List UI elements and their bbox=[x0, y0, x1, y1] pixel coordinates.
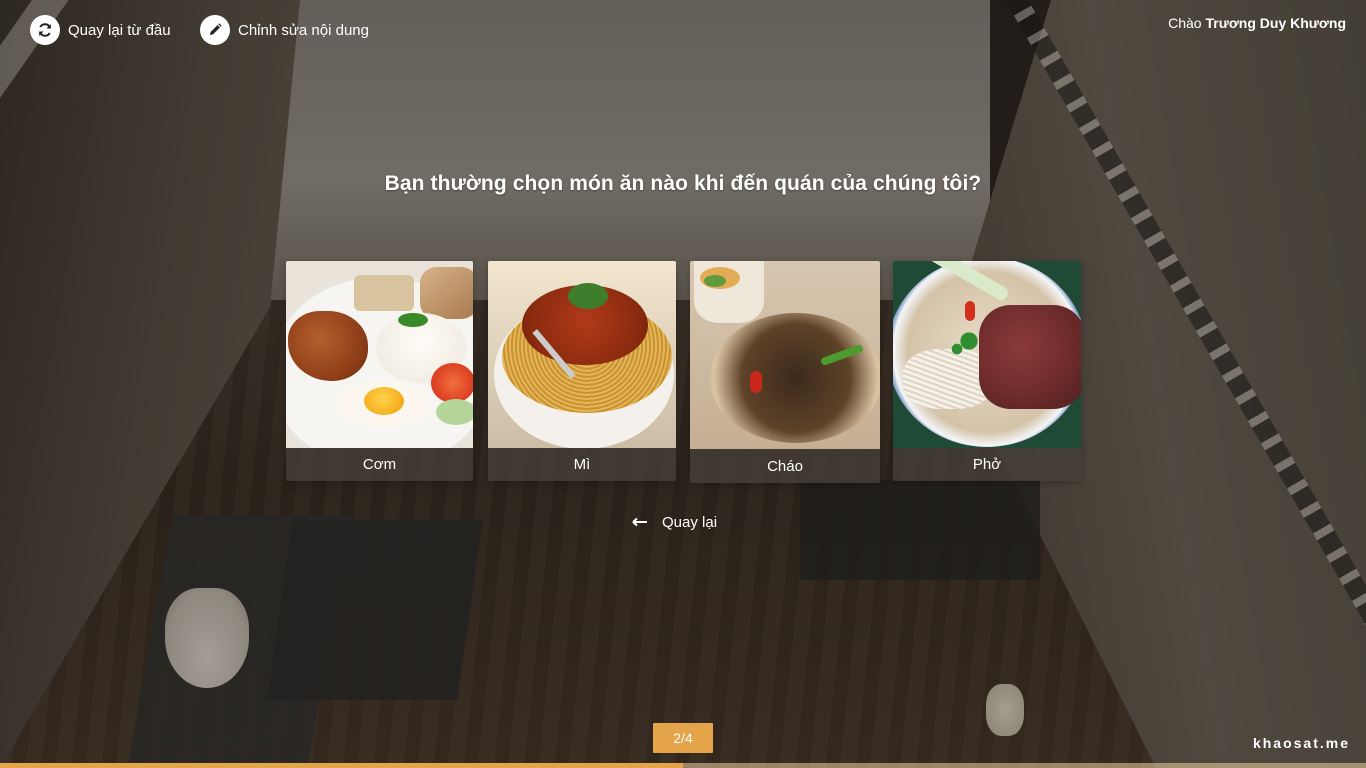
chao-dish-image bbox=[690, 261, 880, 449]
option-mi[interactable]: Mì bbox=[488, 261, 676, 481]
pencil-icon bbox=[200, 15, 230, 45]
progress-bar bbox=[0, 763, 1366, 768]
progress-bar-fill bbox=[0, 763, 683, 768]
brand-logo: khaosat.me bbox=[1252, 735, 1350, 751]
option-com[interactable]: Cơm bbox=[286, 261, 473, 481]
question-title: Bạn thường chọn món ăn nào khi đến quán … bbox=[384, 172, 982, 195]
refresh-icon bbox=[30, 15, 60, 45]
option-chao[interactable]: Cháo bbox=[690, 261, 880, 483]
pho-dish-image bbox=[893, 261, 1081, 448]
page-indicator: 2/4 bbox=[653, 723, 713, 753]
option-label: Phở bbox=[893, 448, 1081, 481]
option-label: Cháo bbox=[690, 449, 880, 483]
edit-label: Chỉnh sửa nội dung bbox=[238, 21, 369, 39]
greeting-prefix: Chào bbox=[1168, 15, 1202, 31]
option-label: Mì bbox=[488, 448, 676, 481]
option-pho[interactable]: Phở bbox=[893, 261, 1081, 481]
com-dish-image bbox=[286, 261, 473, 448]
back-label: Quay lại bbox=[662, 514, 718, 531]
user-greeting: Chào Trương Duy Khương bbox=[1168, 15, 1346, 31]
edit-content-button[interactable]: Chỉnh sửa nội dung bbox=[200, 15, 369, 45]
mi-dish-image bbox=[488, 261, 676, 448]
cafe-background-image bbox=[0, 0, 1366, 768]
option-label: Cơm bbox=[286, 448, 473, 481]
back-button[interactable]: Quay lại bbox=[632, 514, 717, 531]
user-name: Trương Duy Khương bbox=[1205, 15, 1346, 31]
restart-label: Quay lại từ đầu bbox=[68, 21, 171, 39]
arrow-left-icon bbox=[632, 515, 648, 531]
restart-button[interactable]: Quay lại từ đầu bbox=[30, 15, 171, 45]
